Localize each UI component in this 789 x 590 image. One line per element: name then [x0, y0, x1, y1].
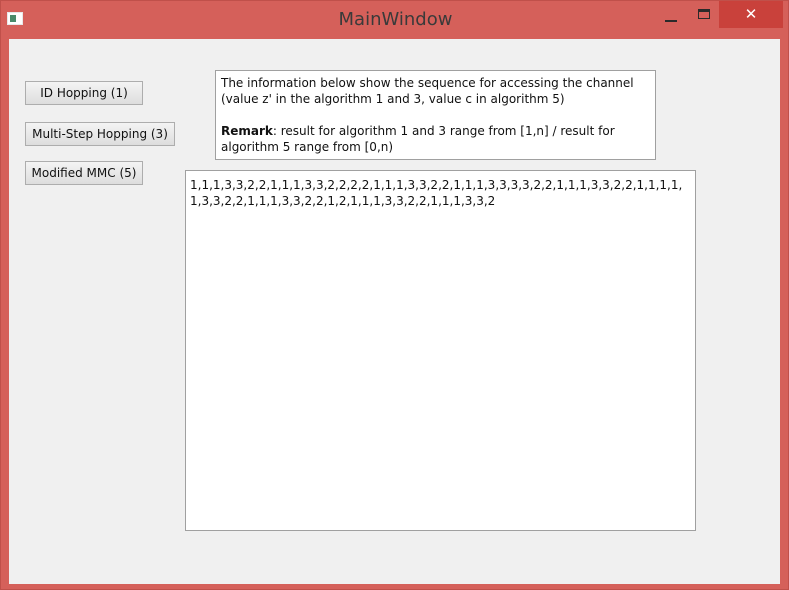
close-icon: ✕	[744, 5, 758, 23]
remark-line-2: algorithm 5 range from [0,n)	[221, 140, 394, 154]
title-bar[interactable]: MainWindow ✕	[1, 1, 789, 39]
remark-line: Remark: result for algorithm 1 and 3 ran…	[221, 123, 650, 139]
remark-text: : result for algorithm 1 and 3 range fro…	[272, 124, 615, 138]
info-line-1: The information below show the sequence …	[221, 76, 634, 90]
info-panel: The information below show the sequence …	[215, 70, 656, 160]
multi-step-hopping-button[interactable]: Multi-Step Hopping (3)	[25, 122, 175, 146]
client-area: ID Hopping (1) Multi-Step Hopping (3) Mo…	[9, 39, 780, 584]
info-line-2: (value z' in the algorithm 1 and 3, valu…	[221, 92, 565, 106]
modified-mmc-button[interactable]: Modified MMC (5)	[25, 161, 143, 185]
result-text-area[interactable]: 1,1,1,3,3,2,2,1,1,1,3,3,2,2,2,2,1,1,1,3,…	[185, 170, 696, 531]
remark-label: Remark	[221, 124, 273, 138]
close-button[interactable]: ✕	[719, 1, 783, 28]
minimize-icon	[665, 20, 677, 22]
main-window: MainWindow ✕ ID Hopping (1) Multi-Step H…	[0, 0, 789, 590]
minimize-button[interactable]	[659, 1, 685, 28]
maximize-icon	[698, 9, 710, 19]
id-hopping-button[interactable]: ID Hopping (1)	[25, 81, 143, 105]
maximize-button[interactable]	[691, 1, 717, 28]
